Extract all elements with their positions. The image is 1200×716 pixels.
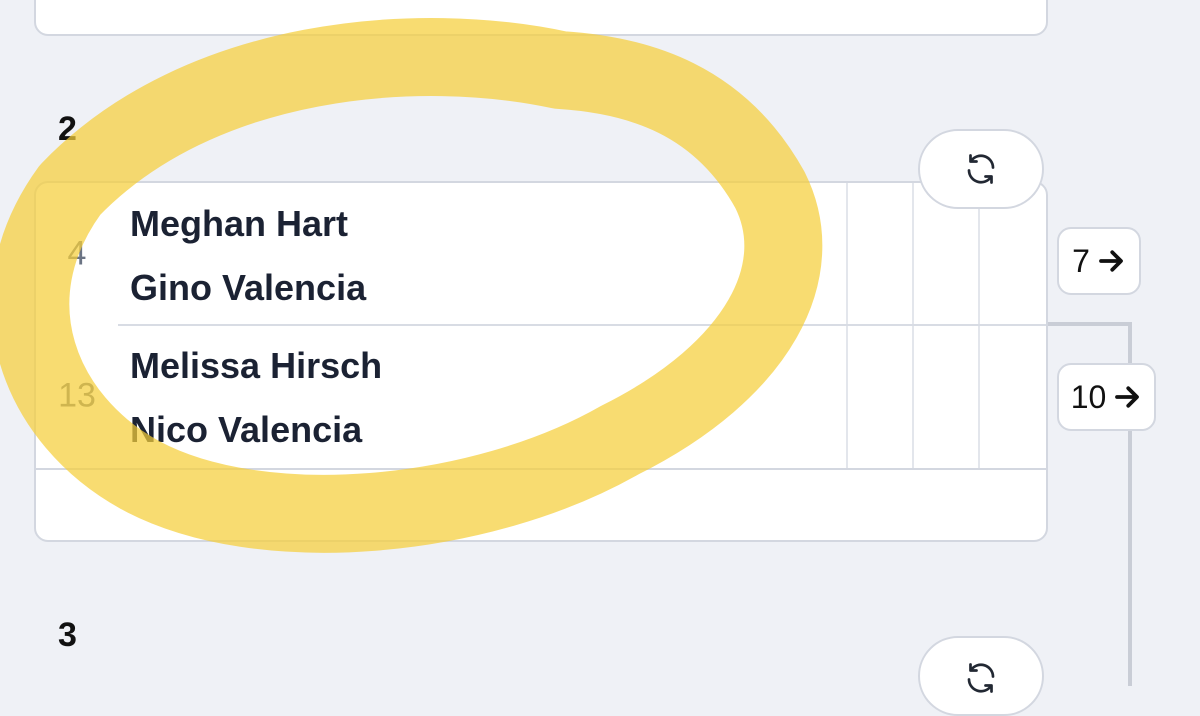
match-card[interactable]: 4 Meghan Hart Gino Valencia 13 Melissa H… bbox=[34, 181, 1048, 542]
next-match-number: 10 bbox=[1070, 378, 1107, 415]
previous-match-card bbox=[34, 0, 1048, 36]
card-footer-divider bbox=[36, 468, 1046, 470]
refresh-icon bbox=[967, 154, 995, 184]
player-name: Melissa Hirsch bbox=[130, 345, 383, 386]
player-name: Gino Valencia bbox=[130, 267, 367, 308]
round-label: 3 bbox=[58, 616, 77, 654]
refresh-icon bbox=[967, 663, 995, 693]
player-name: Meghan Hart bbox=[130, 203, 349, 244]
next-match-number: 7 bbox=[1072, 242, 1090, 279]
refresh-button[interactable] bbox=[918, 636, 1044, 716]
next-match-button[interactable]: 7 bbox=[1057, 227, 1141, 295]
arrow-right-icon bbox=[1115, 386, 1140, 408]
team-seed: 13 bbox=[58, 376, 96, 415]
player-name: Nico Valencia bbox=[130, 409, 363, 450]
team-row[interactable]: 13 Melissa Hirsch Nico Valencia bbox=[36, 325, 1046, 467]
next-match-button[interactable]: 10 bbox=[1057, 363, 1156, 431]
team-row[interactable]: 4 Meghan Hart Gino Valencia bbox=[36, 183, 1046, 326]
team-seed: 4 bbox=[67, 234, 87, 273]
round-label: 2 bbox=[58, 110, 77, 148]
refresh-button[interactable] bbox=[918, 129, 1044, 209]
arrow-right-icon bbox=[1099, 250, 1123, 272]
bracket-connector-horizontal bbox=[1046, 322, 1132, 326]
